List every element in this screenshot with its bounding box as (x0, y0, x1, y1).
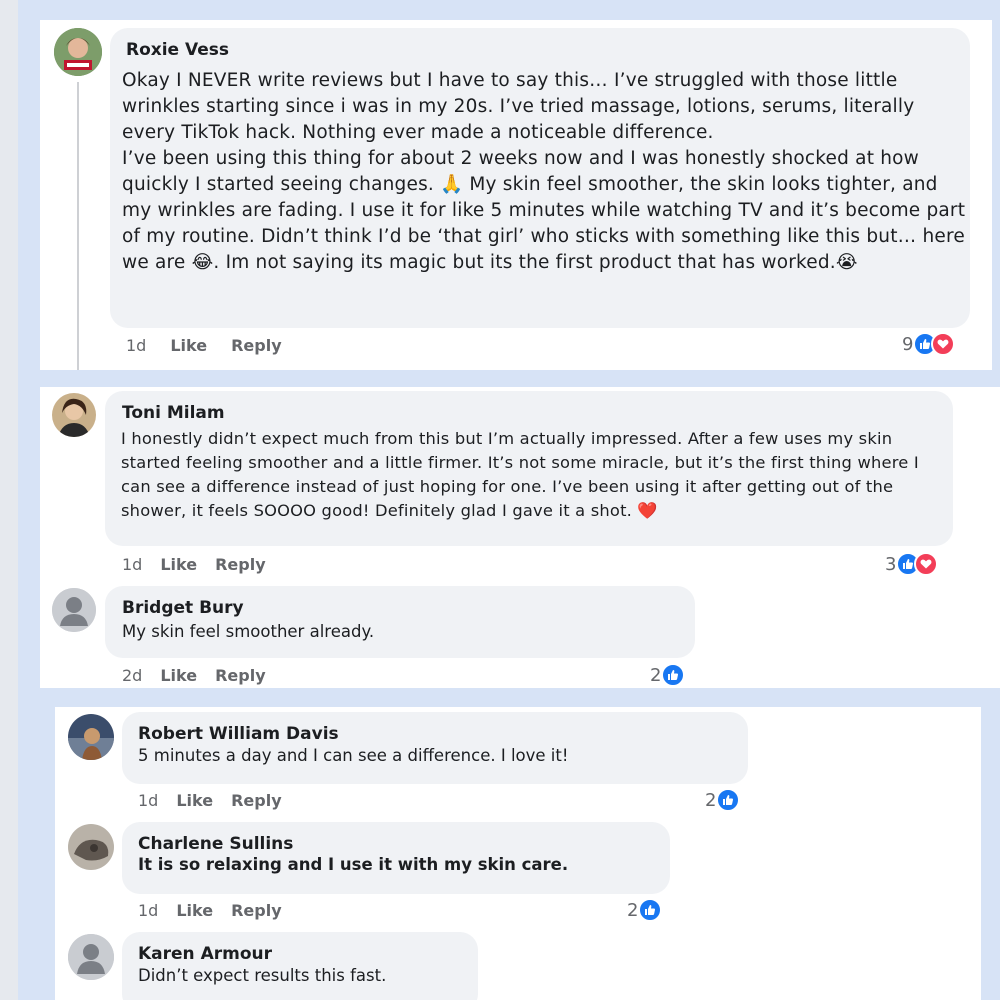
comment-text: 5 minutes a day and I can see a differen… (138, 746, 569, 765)
commenter-name[interactable]: Roxie Vess (126, 40, 229, 60)
reaction-count: 2 (627, 899, 639, 921)
reply-button[interactable]: Reply (231, 336, 282, 355)
default-profile-icon (52, 588, 96, 632)
comment-actions: 1d Like Reply (122, 555, 266, 574)
reaction-summary[interactable]: 3 (885, 552, 939, 576)
like-reaction-icon (661, 663, 686, 687)
like-button[interactable]: Like (160, 555, 197, 574)
reaction-count: 9 (902, 333, 914, 355)
reply-button[interactable]: Reply (231, 791, 282, 810)
like-reaction-icon (638, 898, 663, 922)
commenter-name[interactable]: Bridget Bury (122, 598, 244, 618)
commenter-name[interactable]: Charlene Sullins (138, 834, 293, 854)
reaction-count: 2 (650, 664, 662, 686)
comment-card-roxie: Roxie Vess Okay I NEVER write reviews bu… (40, 20, 992, 370)
reaction-summary[interactable]: 9 (902, 332, 956, 356)
avatar[interactable] (52, 393, 96, 437)
like-button[interactable]: Like (170, 336, 207, 355)
profile-photo-icon (68, 824, 114, 870)
profile-photo-icon (54, 28, 102, 76)
reaction-summary[interactable]: 2 (705, 788, 741, 812)
reaction-summary[interactable]: 2 (650, 663, 686, 687)
reaction-count: 2 (705, 789, 717, 811)
comment-text: My skin feel smoother already. (122, 622, 375, 641)
comment-text: Didn’t expect results this fast. (138, 966, 387, 985)
comment-actions: 1d Like Reply (126, 336, 282, 355)
thread-line (77, 82, 79, 370)
left-margin-strip (0, 0, 18, 1000)
reply-button[interactable]: Reply (215, 555, 266, 574)
commenter-name[interactable]: Toni Milam (122, 403, 225, 423)
like-reaction-icon (716, 788, 741, 812)
default-profile-icon (68, 934, 114, 980)
comment-card-replies: Robert William Davis 5 minutes a day and… (55, 707, 981, 1000)
comment-timestamp: 1d (126, 336, 147, 355)
comment-actions: 2d Like Reply (122, 666, 266, 685)
avatar[interactable] (54, 28, 102, 76)
reaction-summary[interactable]: 2 (627, 898, 663, 922)
reaction-count: 3 (885, 553, 897, 575)
like-button[interactable]: Like (176, 901, 213, 920)
commenter-name[interactable]: Robert William Davis (138, 724, 339, 744)
comment-timestamp: 1d (138, 901, 159, 920)
comment-card-toni: Toni Milam I honestly didn’t expect much… (40, 387, 1000, 688)
comment-timestamp: 1d (122, 555, 143, 574)
love-reaction-icon (931, 332, 956, 356)
comment-timestamp: 1d (138, 791, 159, 810)
comment-text: I honestly didn’t expect much from this … (121, 429, 919, 520)
comment-text: It is so relaxing and I use it with my s… (138, 855, 569, 874)
reply-button[interactable]: Reply (231, 901, 282, 920)
avatar[interactable] (68, 934, 114, 980)
like-button[interactable]: Like (176, 791, 213, 810)
profile-photo-icon (68, 714, 114, 760)
comment-actions: 1d Like Reply (138, 901, 282, 920)
avatar[interactable] (68, 714, 114, 760)
avatar[interactable] (52, 588, 96, 632)
reply-button[interactable]: Reply (215, 666, 266, 685)
love-reaction-icon (914, 552, 939, 576)
commenter-name[interactable]: Karen Armour (138, 944, 272, 964)
comment-actions: 1d Like Reply (138, 791, 282, 810)
comment-text: Okay I NEVER write reviews but I have to… (122, 70, 966, 273)
comment-timestamp: 2d (122, 666, 143, 685)
avatar[interactable] (68, 824, 114, 870)
profile-photo-icon (52, 393, 96, 437)
like-button[interactable]: Like (160, 666, 197, 685)
